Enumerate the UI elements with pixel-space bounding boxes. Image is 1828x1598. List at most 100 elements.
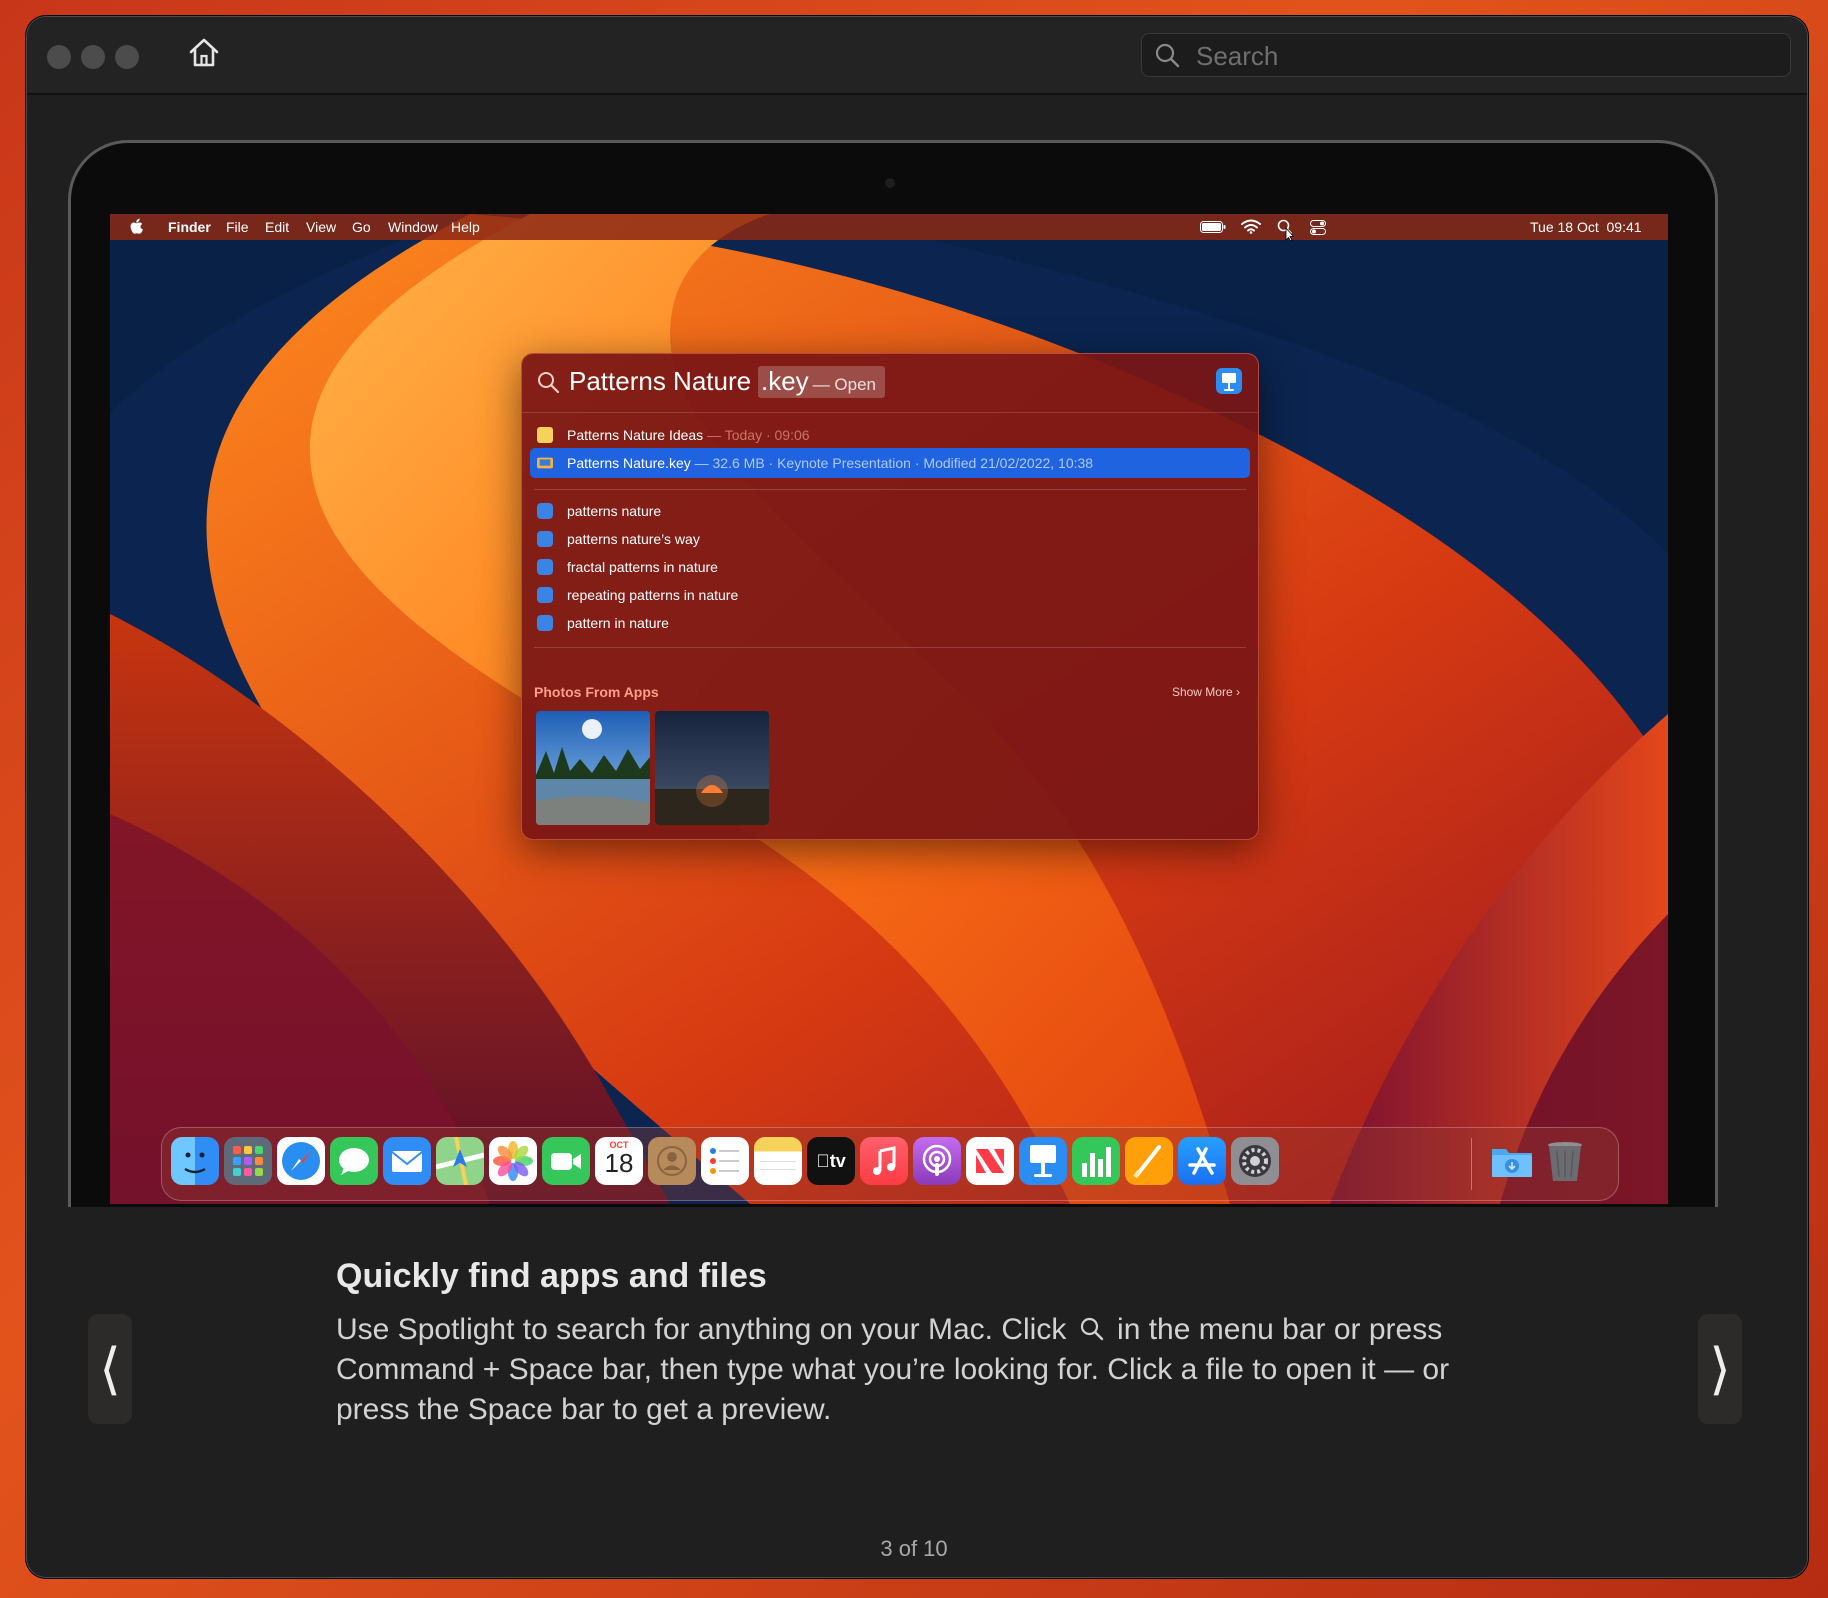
dock-numbers[interactable] [1072, 1137, 1120, 1185]
spotlight-completion[interactable]: .key — Open [758, 366, 885, 398]
mail-icon [391, 1151, 423, 1172]
dock-app-store[interactable] [1178, 1137, 1226, 1185]
app-store-icon [1188, 1147, 1216, 1175]
dock-launchpad[interactable] [224, 1137, 272, 1185]
search-field[interactable] [1141, 33, 1791, 78]
dock-news[interactable] [966, 1137, 1014, 1185]
suggestion-label: patterns nature’s way [567, 531, 700, 547]
dock-system-settings[interactable] [1231, 1137, 1279, 1185]
photo-thumbnail[interactable] [655, 711, 769, 825]
dock-notes[interactable] [754, 1137, 802, 1185]
dock-maps[interactable] [436, 1137, 484, 1185]
home-button[interactable] [187, 37, 225, 73]
suggestion-row[interactable]: patterns nature [530, 496, 1250, 526]
divider [534, 647, 1246, 648]
suggestion-row[interactable]: pattern in nature [530, 608, 1250, 638]
menu-edit[interactable]: Edit [265, 219, 289, 235]
menu-window[interactable]: Window [388, 219, 438, 235]
next-button[interactable]: ⟩ [1698, 1314, 1742, 1424]
podcasts-icon [922, 1144, 952, 1176]
notes-icon [760, 1161, 796, 1170]
safari-icon [537, 531, 553, 547]
search-icon [1080, 1317, 1103, 1341]
battery-icon[interactable] [1200, 221, 1226, 233]
dock: OCT 18 tv [161, 1127, 1619, 1201]
dock-podcasts[interactable] [913, 1137, 961, 1185]
safari-icon [537, 503, 553, 519]
completion-extension: .key [761, 366, 809, 396]
reminders-icon [710, 1148, 739, 1174]
title-bar [27, 17, 1807, 95]
dock-safari[interactable] [277, 1137, 325, 1185]
dock-calendar[interactable]: OCT 18 [595, 1137, 643, 1185]
finder-icon [184, 1152, 206, 1174]
dock-separator [1471, 1138, 1472, 1190]
result-name: Patterns Nature.key [567, 455, 691, 471]
menu-file[interactable]: File [226, 219, 249, 235]
menu-go[interactable]: Go [352, 219, 371, 235]
result-row-selected[interactable]: Patterns Nature.key — 32.6 MB · Keynote … [530, 448, 1250, 478]
suggestion-row[interactable]: fractal patterns in nature [530, 552, 1250, 582]
suggestion-label: pattern in nature [567, 615, 669, 631]
dock-reminders[interactable] [701, 1137, 749, 1185]
zoom-button[interactable] [115, 45, 139, 69]
photos-icon [493, 1141, 533, 1181]
dock-pages[interactable] [1125, 1137, 1173, 1185]
numbers-icon [1082, 1147, 1111, 1177]
dock-facetime[interactable] [542, 1137, 590, 1185]
close-button[interactable] [47, 45, 71, 69]
calendar-day: 18 [604, 1148, 634, 1178]
suggestion-label: repeating patterns in nature [567, 587, 739, 603]
control-center-icon[interactable] [1310, 220, 1326, 235]
wifi-icon[interactable] [1241, 219, 1261, 234]
contacts-icon [657, 1146, 687, 1176]
menu-bar: Finder File Edit View Go Window Help Tue… [110, 214, 1668, 241]
dock-contacts[interactable] [648, 1137, 696, 1185]
spotlight-query[interactable]: Patterns Nature [569, 366, 751, 397]
dock-music[interactable] [860, 1137, 908, 1185]
keynote-file-icon [537, 457, 553, 469]
previous-button[interactable]: ⟨ [88, 1314, 132, 1424]
dock-tv[interactable]: tv [807, 1137, 855, 1185]
launchpad-icon [233, 1146, 263, 1176]
suggestion-row[interactable]: patterns nature’s way [530, 524, 1250, 554]
spotlight-icon[interactable] [1277, 219, 1295, 241]
menu-view[interactable]: View [306, 219, 336, 235]
safari-icon [282, 1142, 320, 1180]
apple-icon[interactable] [130, 218, 144, 235]
safari-icon [537, 615, 553, 631]
home-icon [189, 38, 219, 67]
facetime-icon [551, 1153, 581, 1170]
spotlight-search-bar[interactable]: Patterns Nature .key — Open [522, 354, 1258, 413]
show-more-link[interactable]: Show More › [1172, 685, 1240, 699]
minimize-button[interactable] [81, 45, 105, 69]
keynote-icon [1030, 1145, 1056, 1177]
trash-icon [1548, 1142, 1582, 1181]
tv-icon:  [816, 1151, 830, 1172]
suggestion-row[interactable]: repeating patterns in nature [530, 580, 1250, 610]
dock-finder[interactable] [171, 1137, 219, 1185]
safari-icon [537, 587, 553, 603]
dock-trash[interactable] [1541, 1137, 1589, 1185]
menu-app-name[interactable]: Finder [168, 219, 211, 235]
tip-body: Use Spotlight to search for anything on … [336, 1310, 1516, 1430]
menu-clock[interactable]: Tue 18 Oct 09:41 [1530, 219, 1642, 235]
dock-keynote[interactable] [1019, 1137, 1067, 1185]
suggestion-label: fractal patterns in nature [567, 559, 718, 575]
downloads-folder-icon [1492, 1149, 1532, 1177]
dock-mail[interactable] [383, 1137, 431, 1185]
result-name: Patterns Nature Ideas [567, 427, 704, 443]
dock-messages[interactable] [330, 1137, 378, 1185]
dock-downloads[interactable] [1488, 1137, 1536, 1185]
search-icon [1155, 43, 1180, 68]
page-counter: 3 of 10 [880, 1536, 948, 1561]
camera [885, 178, 895, 188]
gear-icon [1239, 1145, 1271, 1177]
notes-icon [537, 427, 553, 443]
tv-label: tv [822, 1150, 846, 1171]
dock-photos[interactable] [489, 1137, 537, 1185]
photo-thumbnail[interactable] [536, 711, 650, 825]
search-input[interactable] [1194, 34, 1778, 78]
result-row[interactable]: Patterns Nature Ideas — Today · 09:06 [530, 420, 1250, 450]
menu-help[interactable]: Help [451, 219, 480, 235]
